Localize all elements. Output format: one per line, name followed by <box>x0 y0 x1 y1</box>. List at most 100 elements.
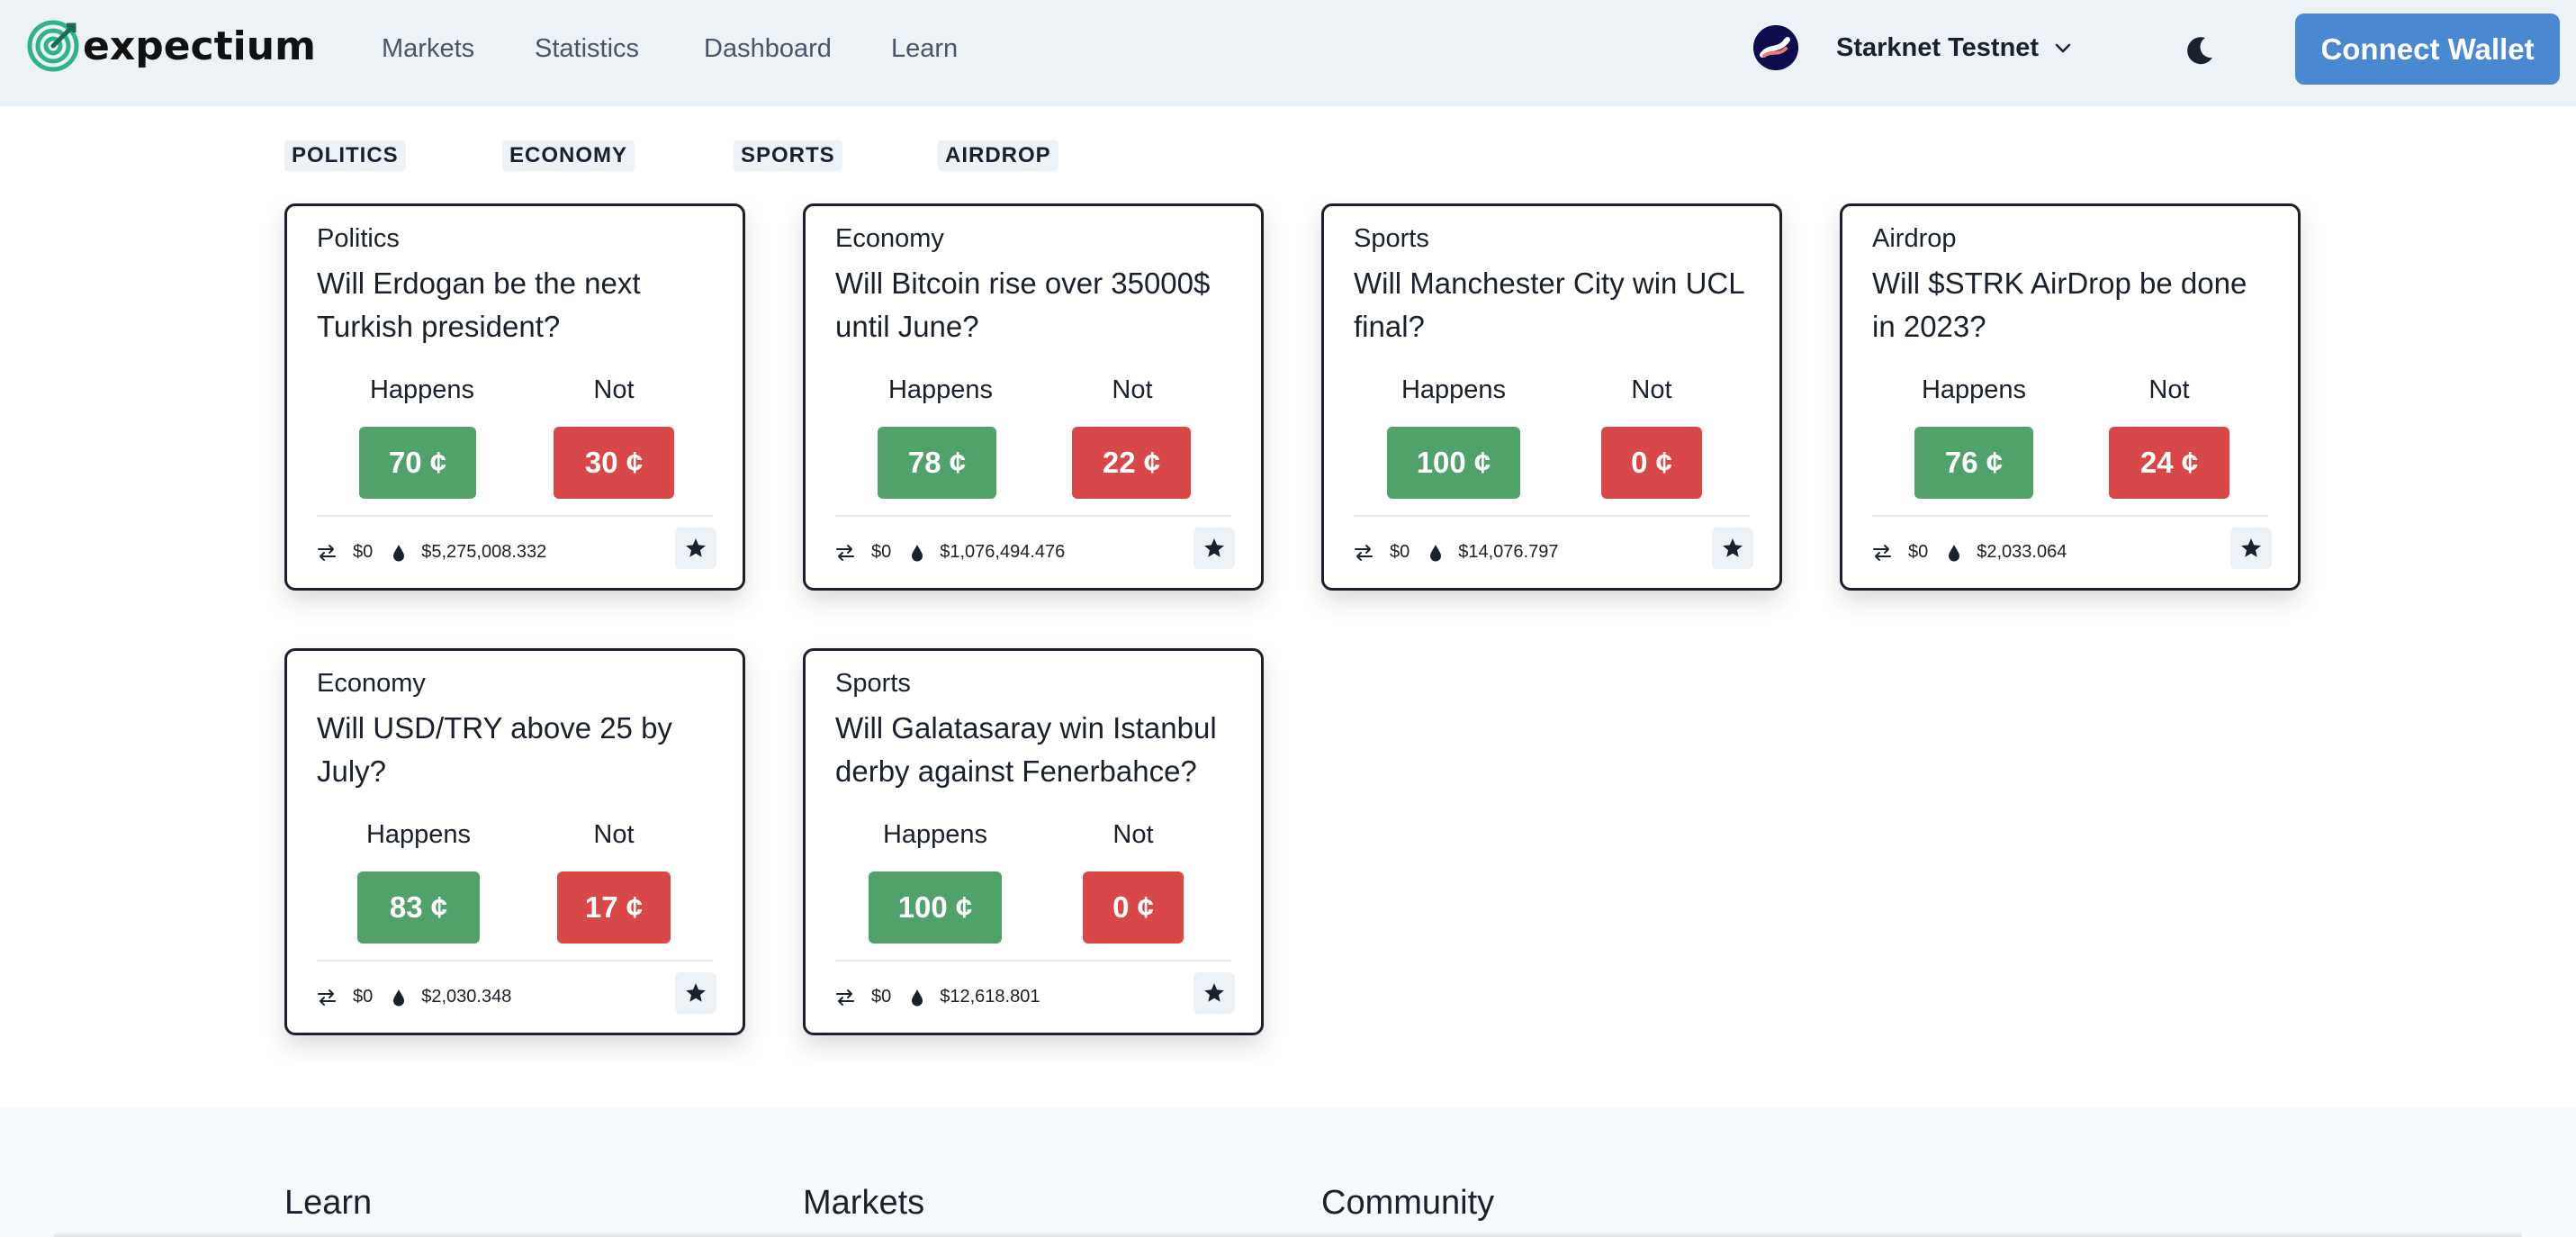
market-stats: $0 $2,033.064 <box>1872 542 2067 563</box>
swap-arrows-icon <box>836 989 854 1006</box>
liquidity-value: $12,618.801 <box>940 987 1040 1007</box>
card-divider <box>1872 515 2268 517</box>
market-category: Economy <box>835 224 944 253</box>
market-category: Economy <box>317 669 426 698</box>
network-selector[interactable]: Starknet Testnet <box>1753 25 2073 70</box>
not-price-button[interactable]: 0 ¢ <box>1601 427 1702 499</box>
swap-arrows-icon <box>1355 544 1373 561</box>
nav-statistics[interactable]: Statistics <box>535 34 639 64</box>
market-question: Will Manchester City win UCL final? <box>1354 266 1744 343</box>
site-footer: Learn Markets Community <box>0 1107 2576 1237</box>
not-label: Not <box>2148 375 2190 404</box>
favorite-button[interactable] <box>1193 972 1235 1014</box>
favorite-button[interactable] <box>1193 528 1235 569</box>
volume-value: $0 <box>871 542 892 562</box>
footer-heading-learn: Learn <box>284 1184 373 1222</box>
happens-price-button[interactable]: 78 ¢ <box>878 427 996 499</box>
happens-price-button[interactable]: 83 ¢ <box>357 871 480 944</box>
droplet-icon <box>393 544 405 561</box>
market-card[interactable]: Airdrop Will $STRK AirDrop be done in 20… <box>1840 203 2301 591</box>
market-stats: $0 $1,076,494.476 <box>835 542 1065 563</box>
card-divider <box>1354 515 1750 517</box>
star-icon <box>1204 983 1224 1002</box>
happens-price-button[interactable]: 100 ¢ <box>869 871 1002 944</box>
liquidity-value: $5,275,008.332 <box>421 542 547 562</box>
market-stats: $0 $2,030.348 <box>317 987 511 1007</box>
favorite-button[interactable] <box>2230 528 2272 569</box>
not-label: Not <box>1112 375 1153 404</box>
not-price-button[interactable]: 0 ¢ <box>1083 871 1184 944</box>
droplet-icon <box>1949 544 1960 561</box>
market-stats: $0 $14,076.797 <box>1354 542 1558 563</box>
brand-logo[interactable]: expectium <box>27 20 316 72</box>
not-price-button[interactable]: 30 ¢ <box>554 427 674 499</box>
market-question: Will Galatasaray win Istanbul derby agai… <box>835 711 1217 788</box>
market-stats: $0 $12,618.801 <box>835 987 1040 1007</box>
happens-label: Happens <box>887 375 994 404</box>
tab-sports[interactable]: SPORTS <box>734 140 842 171</box>
not-label: Not <box>593 375 635 404</box>
tab-politics[interactable]: POLITICS <box>284 140 406 171</box>
nav-learn[interactable]: Learn <box>891 34 958 64</box>
liquidity-value: $1,076,494.476 <box>940 542 1066 562</box>
market-stats: $0 $5,275,008.332 <box>317 542 546 563</box>
market-card[interactable]: Economy Will Bitcoin rise over 35000$ un… <box>803 203 1264 591</box>
nav-dashboard[interactable]: Dashboard <box>704 34 832 64</box>
card-divider <box>317 960 713 962</box>
favorite-button[interactable] <box>1712 528 1753 569</box>
market-question: Will Bitcoin rise over 35000$ until June… <box>835 266 1211 343</box>
star-icon <box>1204 538 1224 557</box>
happens-label: Happens <box>1401 375 1507 404</box>
chevron-down-icon <box>2055 43 2071 53</box>
moon-icon[interactable] <box>2182 32 2218 68</box>
nav-markets[interactable]: Markets <box>382 34 474 64</box>
happens-price-button[interactable]: 70 ¢ <box>359 427 476 499</box>
favorite-button[interactable] <box>675 528 716 569</box>
market-card[interactable]: Politics Will Erdogan be the next Turkis… <box>284 203 745 591</box>
brand-name: expectium <box>83 23 316 69</box>
liquidity-value: $14,076.797 <box>1458 542 1559 562</box>
droplet-icon <box>912 989 923 1006</box>
not-price-button[interactable]: 17 ¢ <box>557 871 671 944</box>
happens-label: Happens <box>369 375 475 404</box>
not-price-button[interactable]: 24 ¢ <box>2109 427 2229 499</box>
droplet-icon <box>912 544 923 561</box>
network-label: Starknet Testnet <box>1836 32 2040 62</box>
market-question: Will $STRK AirDrop be done in 2023? <box>1872 266 2247 343</box>
card-divider <box>835 960 1231 962</box>
swap-arrows-icon <box>318 544 336 561</box>
happens-label: Happens <box>1921 375 2027 404</box>
footer-heading-community: Community <box>1321 1184 1495 1222</box>
happens-price-button[interactable]: 76 ¢ <box>1914 427 2033 499</box>
star-icon <box>686 983 706 1002</box>
volume-value: $0 <box>871 987 892 1007</box>
market-category: Sports <box>1354 224 1429 253</box>
favorite-button[interactable] <box>675 972 716 1014</box>
top-navbar: expectium Markets Statistics Dashboard L… <box>0 0 2576 106</box>
market-card[interactable]: Sports Will Galatasaray win Istanbul der… <box>803 648 1264 1035</box>
not-label: Not <box>1631 375 1672 404</box>
swap-arrows-icon <box>836 544 854 561</box>
happens-price-button[interactable]: 100 ¢ <box>1387 427 1520 499</box>
star-icon <box>2241 538 2261 557</box>
market-question: Will USD/TRY above 25 by July? <box>317 711 672 788</box>
star-icon <box>686 538 706 557</box>
volume-value: $0 <box>1390 542 1410 562</box>
market-card[interactable]: Sports Will Manchester City win UCL fina… <box>1321 203 1782 591</box>
volume-value: $0 <box>353 542 374 562</box>
card-divider <box>835 515 1231 517</box>
market-category: Sports <box>835 669 911 698</box>
footer-edge-shadow <box>54 1232 2522 1237</box>
liquidity-value: $2,033.064 <box>1977 542 2067 562</box>
tab-airdrop[interactable]: AIRDROP <box>938 140 1058 171</box>
connect-wallet-button[interactable]: Connect Wallet <box>2295 14 2560 85</box>
market-card[interactable]: Economy Will USD/TRY above 25 by July? H… <box>284 648 745 1035</box>
volume-value: $0 <box>1908 542 1929 562</box>
not-price-button[interactable]: 22 ¢ <box>1072 427 1191 499</box>
swap-arrows-icon <box>1873 544 1891 561</box>
tab-economy[interactable]: ECONOMY <box>502 140 635 171</box>
starknet-icon <box>1753 25 1798 70</box>
card-divider <box>317 515 713 517</box>
droplet-icon <box>1430 544 1442 561</box>
happens-label: Happens <box>365 820 472 849</box>
